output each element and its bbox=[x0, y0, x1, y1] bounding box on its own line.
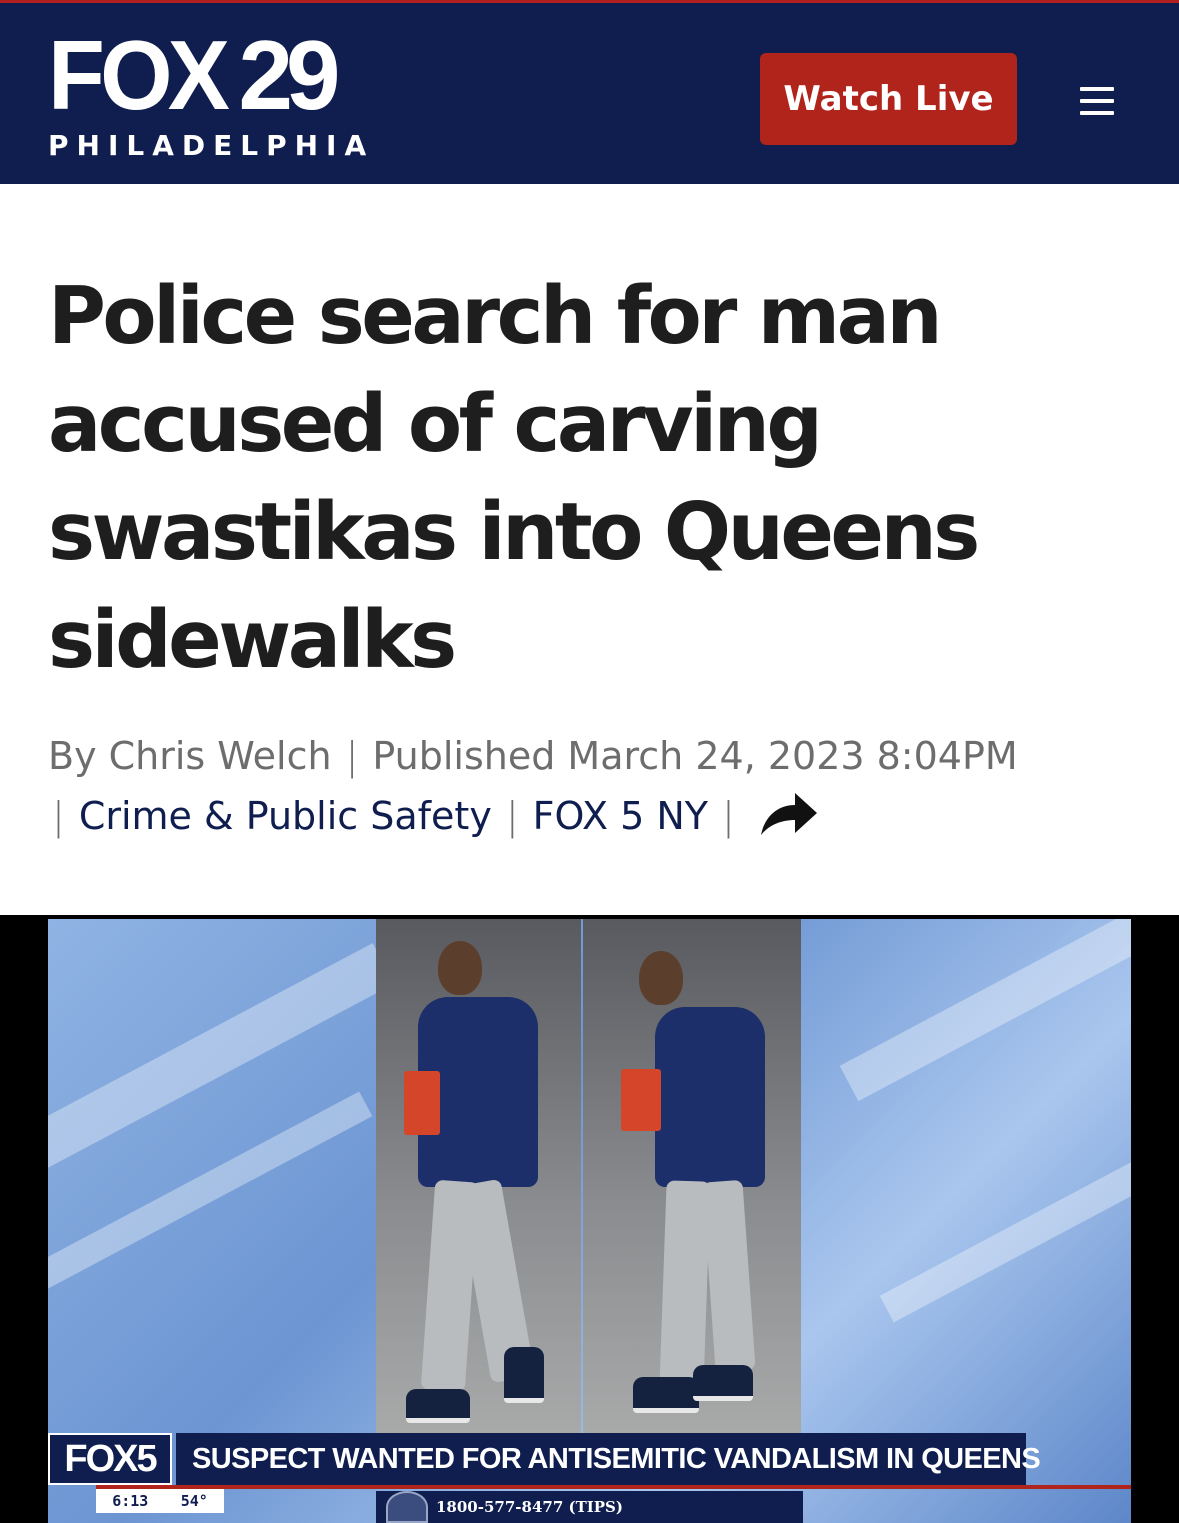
time-temperature: 6:13 54° bbox=[96, 1489, 224, 1513]
news-lower-third: FOX5 SUSPECT WANTED FOR ANTISEMITIC VAND… bbox=[48, 1433, 1041, 1485]
tips-number: 1800-577-8477 (TIPS) bbox=[436, 1498, 623, 1516]
divider bbox=[96, 1485, 1131, 1489]
news-ticker-headline: SUSPECT WANTED FOR ANTISEMITIC VANDALISM… bbox=[176, 1433, 1041, 1485]
category-link[interactable]: Crime & Public Safety bbox=[79, 794, 492, 838]
nypd-badge-icon bbox=[386, 1491, 428, 1523]
video-player[interactable]: FOX5 SUSPECT WANTED FOR ANTISEMITIC VAND… bbox=[0, 915, 1179, 1523]
source-link[interactable]: FOX 5 NY bbox=[533, 794, 708, 838]
author-name[interactable]: By Chris Welch bbox=[48, 734, 332, 778]
separator: | bbox=[505, 794, 519, 838]
broadcast-time: 6:13 bbox=[112, 1492, 149, 1510]
temperature: 54° bbox=[180, 1492, 208, 1510]
logo-wordmark: FOX 29 bbox=[48, 20, 340, 130]
site-header: FOX 29 PHILADELPHIA Watch Live bbox=[0, 0, 1179, 184]
separator: | bbox=[52, 794, 65, 838]
article-headline: Police search for man accused of carving… bbox=[48, 270, 980, 686]
fox29-logo[interactable]: FOX 29 PHILADELPHIA bbox=[48, 20, 375, 162]
suspect-photo-1 bbox=[376, 919, 581, 1439]
fox5-logo: FOX5 bbox=[48, 1433, 172, 1485]
tips-hotline: 1800-577-8477 (TIPS) bbox=[376, 1491, 803, 1523]
hamburger-menu-icon[interactable] bbox=[1074, 85, 1118, 119]
logo-city: PHILADELPHIA bbox=[48, 129, 375, 162]
separator: | bbox=[721, 794, 735, 838]
article-byline: By Chris Welch | Published March 24, 2023 … bbox=[48, 726, 1148, 846]
suspect-photo-2 bbox=[583, 919, 801, 1439]
separator: | bbox=[345, 734, 359, 778]
share-arrow-icon[interactable] bbox=[757, 789, 819, 841]
watch-live-button[interactable]: Watch Live bbox=[760, 53, 1017, 145]
publish-date: Published March 24, 2023 8:04PM bbox=[372, 734, 1018, 778]
